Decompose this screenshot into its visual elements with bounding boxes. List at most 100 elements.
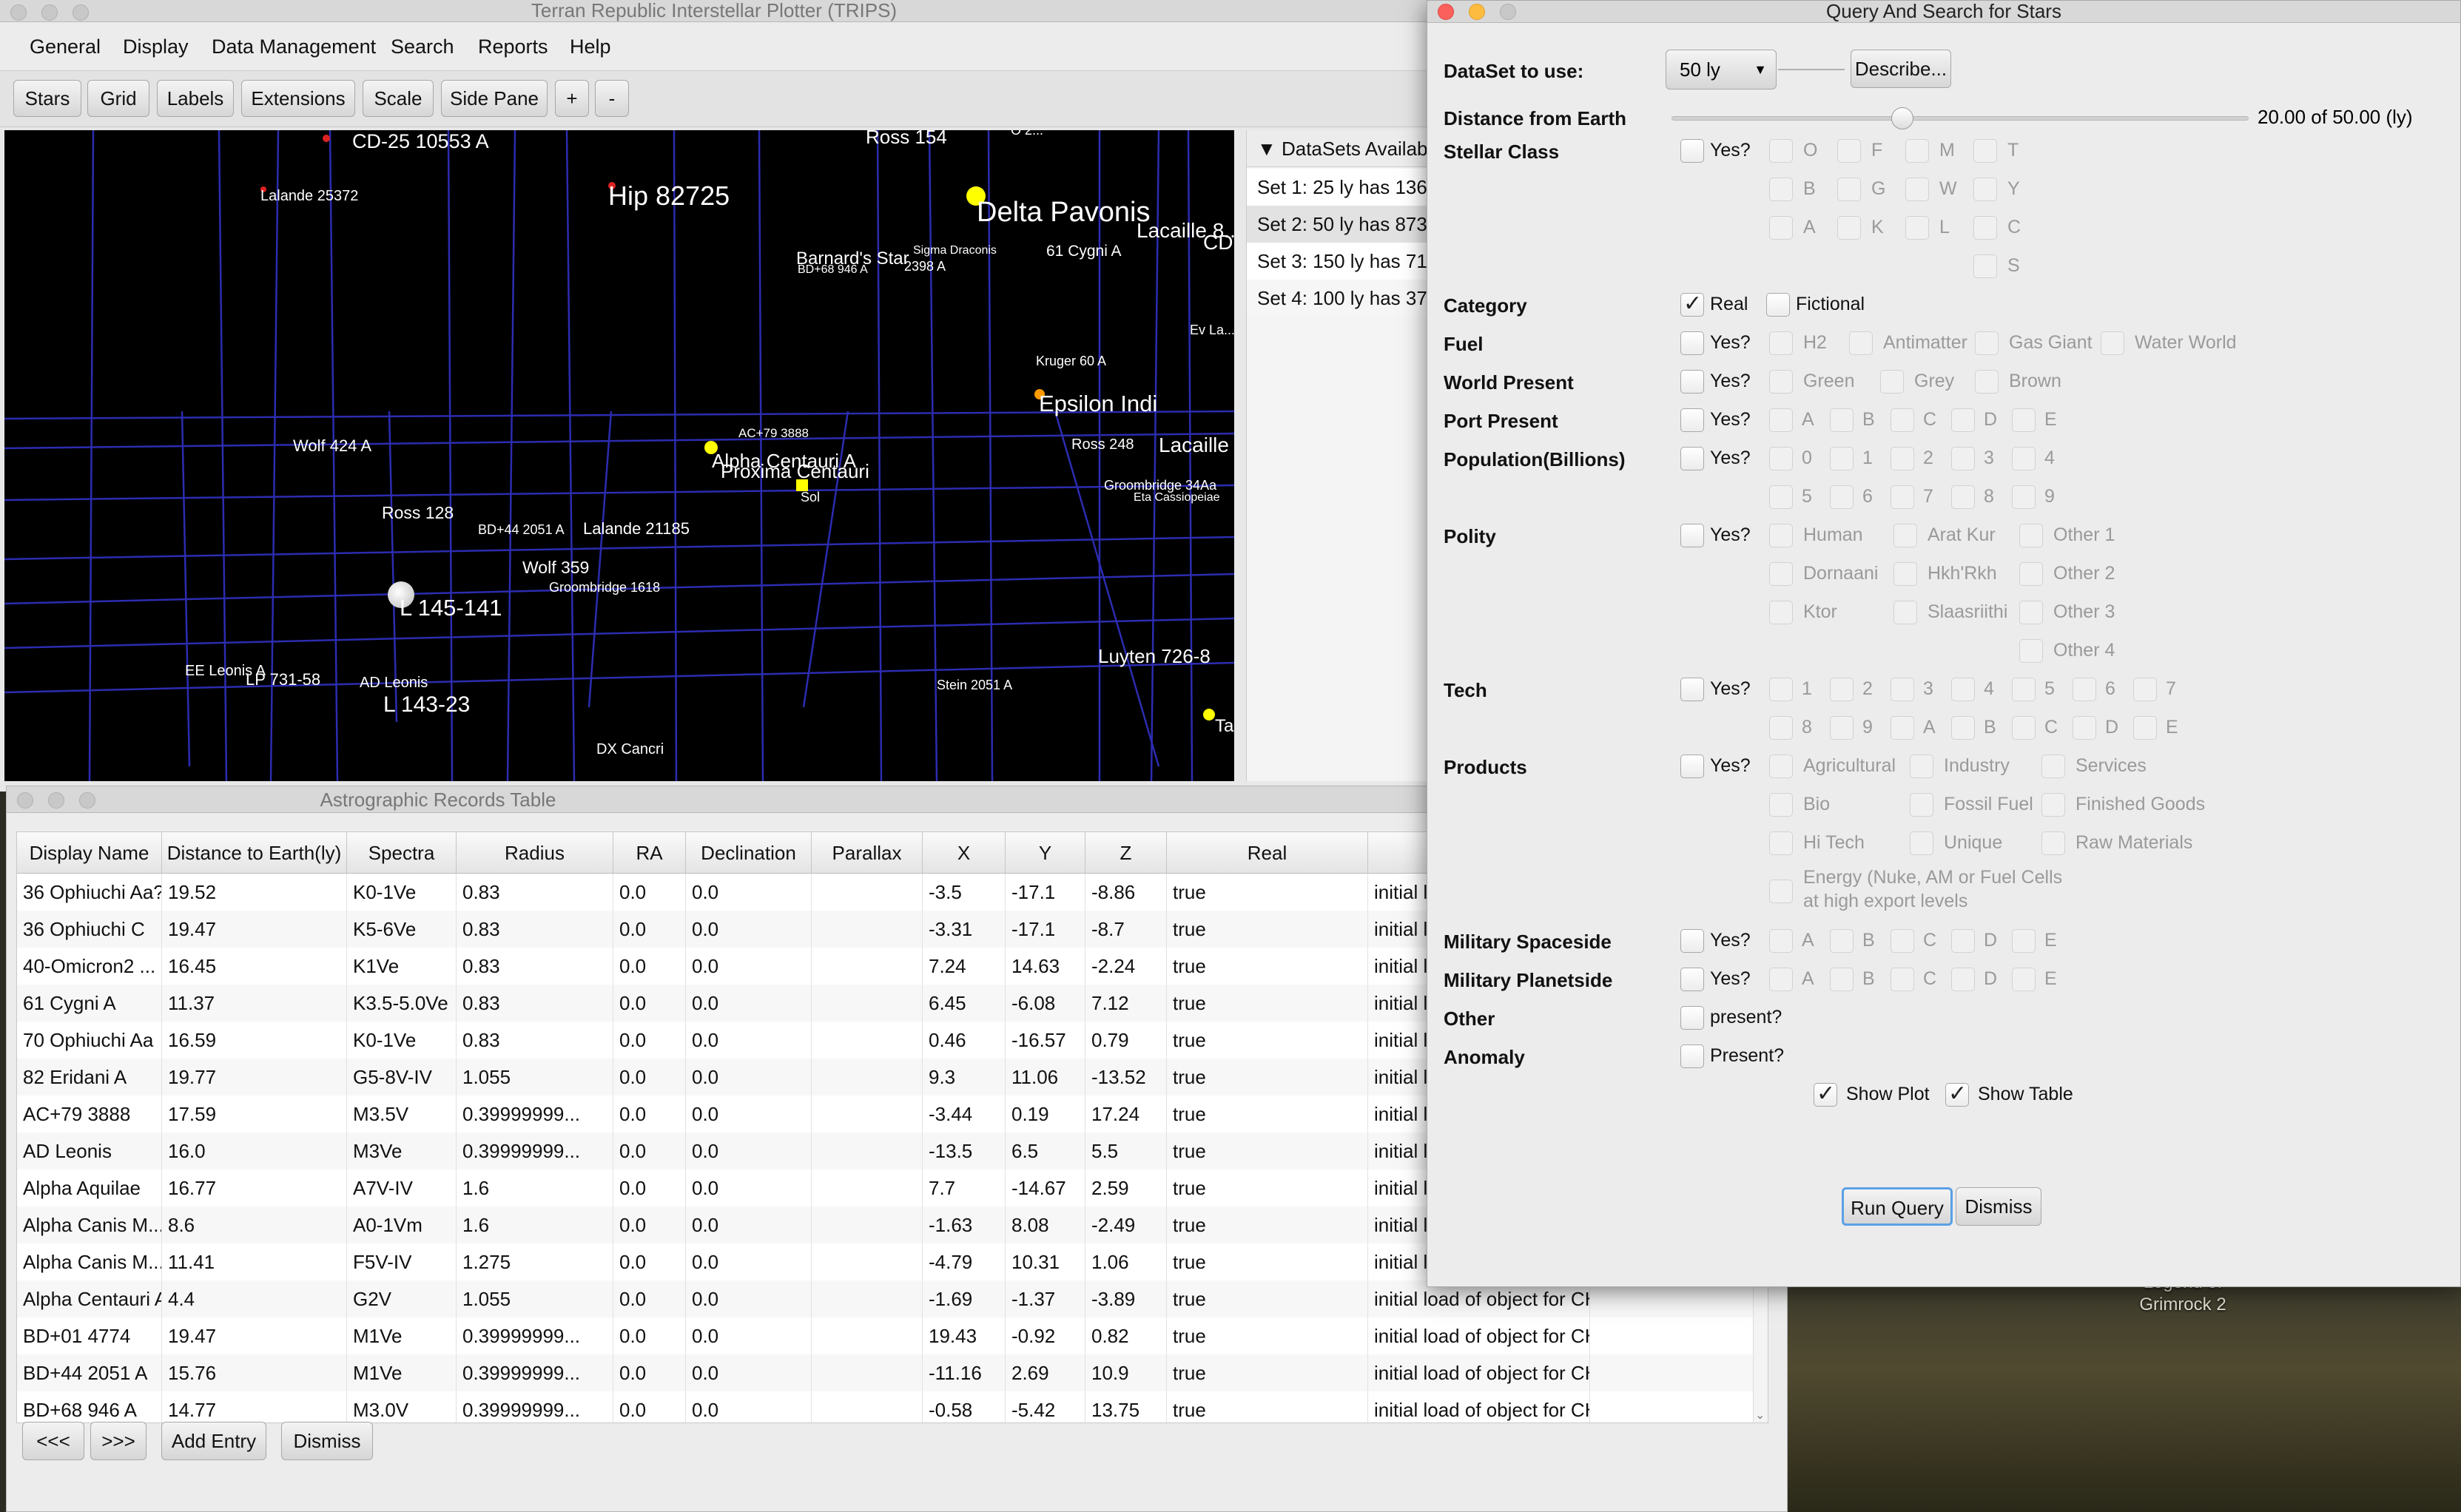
table-cell[interactable]: 0.0 <box>686 874 812 911</box>
table-cell[interactable]: 0.0 <box>686 1243 812 1280</box>
table-cell[interactable]: A7V-IV <box>347 1170 457 1206</box>
table-cell[interactable]: initial load of object for CHView file <box>1368 1391 1590 1422</box>
table-cell[interactable]: -5.42 <box>1006 1391 1085 1422</box>
table-cell[interactable]: 0.39999999... <box>457 1133 613 1170</box>
table-cell[interactable]: -3.89 <box>1085 1280 1167 1317</box>
table-cell[interactable]: -4.79 <box>923 1243 1006 1280</box>
table-cell[interactable]: 0.0 <box>613 1170 686 1206</box>
menu-help[interactable]: Help <box>570 36 611 58</box>
table-cell[interactable]: M3.5V <box>347 1096 457 1133</box>
table-cell[interactable]: 19.77 <box>162 1059 347 1096</box>
grid-toggle-button[interactable]: Grid <box>87 80 149 117</box>
population-option-checkbox[interactable] <box>1951 447 1975 470</box>
table-cell[interactable]: M3Ve <box>347 1133 457 1170</box>
table-cell[interactable]: -8.86 <box>1085 874 1167 911</box>
fuel-option-checkbox[interactable] <box>1849 331 1873 355</box>
table-cell[interactable]: 10.31 <box>1006 1243 1085 1280</box>
stellar-class-option-checkbox[interactable] <box>1973 178 1997 201</box>
dataset-item[interactable]: Set 2: 50 ly has 873 s <box>1247 206 1429 243</box>
table-cell[interactable] <box>812 1354 923 1391</box>
close-window-button[interactable] <box>10 4 27 21</box>
table-cell[interactable]: K5-6Ve <box>347 911 457 948</box>
star-label[interactable]: Sigma Draconis <box>913 244 997 257</box>
table-cell[interactable]: true <box>1167 1170 1368 1206</box>
table-cell[interactable]: -1.69 <box>923 1280 1006 1317</box>
military-spaceside-checkbox[interactable] <box>2012 929 2036 953</box>
military-spaceside-checkbox[interactable] <box>1830 929 1854 953</box>
table-cell[interactable]: 70 Ophiuchi Aa <box>17 1022 162 1059</box>
table-cell[interactable]: Alpha Canis M... <box>17 1206 162 1243</box>
close-window-button[interactable] <box>1438 4 1454 20</box>
table-cell[interactable]: -8.7 <box>1085 911 1167 948</box>
table-cell[interactable] <box>812 1280 923 1317</box>
dataset-select[interactable]: 50 ly ▼ <box>1666 50 1777 90</box>
table-cell[interactable] <box>812 948 923 985</box>
table-cell[interactable]: 16.45 <box>162 948 347 985</box>
table-cell[interactable]: BD+44 2051 A <box>17 1354 162 1391</box>
column-header[interactable]: Real <box>1167 832 1368 874</box>
category-fictional-checkbox[interactable] <box>1766 293 1790 317</box>
products-option-checkbox[interactable] <box>2041 755 2065 778</box>
table-cell[interactable]: 0.0 <box>686 1317 812 1354</box>
stellar-class-option-checkbox[interactable] <box>1973 139 1997 163</box>
population-option-checkbox[interactable] <box>1769 447 1793 470</box>
table-cell[interactable]: 36 Ophiuchi C <box>17 911 162 948</box>
table-cell[interactable]: 11.06 <box>1006 1059 1085 1096</box>
stellar-class-option-checkbox[interactable] <box>1973 216 1997 240</box>
table-cell[interactable]: 0.0 <box>686 1391 812 1422</box>
star-label[interactable]: Groombridge 1618 <box>549 580 660 595</box>
table-cell[interactable]: 17.24 <box>1085 1096 1167 1133</box>
table-cell[interactable]: true <box>1167 1022 1368 1059</box>
table-cell[interactable]: 0.0 <box>686 1170 812 1206</box>
star-label[interactable]: L 143-23 <box>383 692 470 718</box>
menu-general[interactable]: General <box>30 36 101 58</box>
table-cell[interactable] <box>812 874 923 911</box>
table-cell[interactable] <box>812 1059 923 1096</box>
table-cell[interactable]: 17.59 <box>162 1096 347 1133</box>
star-label[interactable]: CD... <box>1203 231 1234 254</box>
table-row[interactable]: BD+68 946 A 14.77 M3.0V 0.39999999... 0.0 0.0… <box>17 1391 1768 1422</box>
products-option-checkbox[interactable] <box>1910 793 1933 817</box>
table-cell[interactable]: Alpha Canis M... <box>17 1243 162 1280</box>
star-label[interactable]: Proxima Centauri <box>721 460 869 483</box>
table-cell[interactable]: Alpha Aquilae <box>17 1170 162 1206</box>
table-cell[interactable]: initial load of object for CHView file <box>1368 1354 1590 1391</box>
products-option-checkbox[interactable] <box>1910 755 1933 778</box>
table-cell[interactable]: 0.83 <box>457 948 613 985</box>
star-label[interactable]: O 2... <box>1011 130 1043 138</box>
column-header[interactable]: Spectra <box>347 832 457 874</box>
table-cell[interactable]: 0.79 <box>1085 1022 1167 1059</box>
star-label[interactable]: Wolf 424 A <box>293 436 371 456</box>
table-cell[interactable] <box>812 1022 923 1059</box>
polity-option-checkbox[interactable] <box>1769 524 1793 547</box>
military-planetside-checkbox[interactable] <box>1951 968 1975 991</box>
table-cell[interactable]: true <box>1167 1096 1368 1133</box>
table-cell[interactable]: 0.0 <box>686 948 812 985</box>
stellar-class-option-checkbox[interactable] <box>1905 139 1929 163</box>
star-label[interactable]: Ross 248 <box>1071 436 1134 453</box>
table-cell[interactable]: 0.19 <box>1006 1096 1085 1133</box>
table-cell[interactable]: 19.47 <box>162 911 347 948</box>
port-option-checkbox[interactable] <box>1830 408 1854 432</box>
star-label[interactable]: L 145-141 <box>400 595 502 621</box>
query-dismiss-button[interactable]: Dismiss <box>1956 1187 2041 1226</box>
table-cell[interactable] <box>812 985 923 1022</box>
table-row[interactable]: BD+01 4774 19.47 M1Ve 0.39999999... 0.0 0.0 19… <box>17 1317 1768 1354</box>
polity-option-checkbox[interactable] <box>1769 562 1793 586</box>
distance-slider-track[interactable] <box>1671 116 2249 121</box>
table-cell[interactable]: K0-1Ve <box>347 874 457 911</box>
table-cell[interactable]: -0.92 <box>1006 1317 1085 1354</box>
world-option-checkbox[interactable] <box>1769 370 1793 394</box>
column-header[interactable]: Z <box>1085 832 1167 874</box>
table-cell[interactable]: -1.63 <box>923 1206 1006 1243</box>
table-cell[interactable]: 0.46 <box>923 1022 1006 1059</box>
star-label[interactable]: Luyten 726-8 <box>1098 645 1211 668</box>
fuel-yes-checkbox[interactable] <box>1680 331 1704 355</box>
table-cell[interactable]: -3.5 <box>923 874 1006 911</box>
table-cell[interactable]: -3.44 <box>923 1096 1006 1133</box>
table-cell[interactable]: -14.67 <box>1006 1170 1085 1206</box>
table-cell[interactable]: A0-1Vm <box>347 1206 457 1243</box>
table-cell[interactable]: 0.0 <box>613 1096 686 1133</box>
stellar-class-yes-checkbox[interactable] <box>1680 139 1704 163</box>
add-entry-button[interactable]: Add Entry <box>161 1422 266 1460</box>
